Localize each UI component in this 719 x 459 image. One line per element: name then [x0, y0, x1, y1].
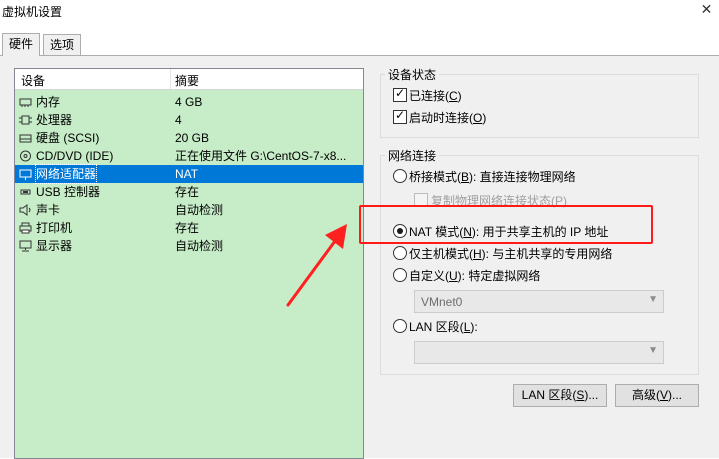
- vmnet-value: VMnet0: [421, 295, 463, 309]
- device-summary: 4 GB: [175, 95, 203, 109]
- advanced-button[interactable]: 高级(V)...: [615, 384, 699, 407]
- device-summary: 存在: [175, 221, 200, 235]
- device-summary: 4: [175, 113, 182, 127]
- memory-icon: [19, 98, 32, 107]
- lan-segments-button[interactable]: LAN 区段(S)...: [513, 384, 607, 407]
- device-row-sound-card[interactable]: 声卡 自动检测: [15, 201, 363, 219]
- device-summary: 正在使用文件 G:\CentOS-7-x8...: [175, 149, 347, 163]
- bridged-label[interactable]: 桥接模式(B): 直接连接物理网络: [409, 168, 576, 185]
- device-row-network-adapter[interactable]: 网络适配器 NAT: [15, 164, 363, 184]
- custom-radio[interactable]: [393, 268, 407, 282]
- device-name: CD/DVD (IDE): [36, 149, 114, 163]
- host-only-radio[interactable]: [393, 246, 407, 260]
- close-icon[interactable]: ✕: [694, 0, 719, 20]
- annotation-highlight-box: [359, 205, 653, 244]
- device-summary: 自动检测: [175, 239, 224, 253]
- device-row-usb[interactable]: USB 控制器 存在: [15, 183, 363, 201]
- device-status-title: 设备状态: [385, 66, 440, 83]
- bridged-radio[interactable]: [393, 169, 407, 183]
- network-adapter-icon: [19, 169, 32, 180]
- column-device[interactable]: 设备: [21, 72, 45, 89]
- connected-label[interactable]: 已连接(C): [409, 87, 462, 104]
- tab-options[interactable]: 选项: [43, 34, 82, 55]
- title-bar: 虚拟机设置 ✕: [0, 0, 719, 22]
- device-row-printer[interactable]: 打印机 存在: [15, 219, 363, 237]
- connect-at-power-on-label[interactable]: 启动时连接(O): [409, 109, 486, 126]
- sound-card-icon: [19, 204, 31, 216]
- device-row-cd-dvd[interactable]: CD/DVD (IDE) 正在使用文件 G:\CentOS-7-x8...: [15, 147, 363, 165]
- hard-disk-icon: [19, 134, 32, 143]
- cd-dvd-icon: [20, 150, 31, 162]
- device-name: USB 控制器: [36, 185, 101, 199]
- network-connection-title: 网络连接: [385, 147, 440, 164]
- printer-icon: [19, 222, 32, 234]
- device-name: 打印机: [36, 221, 73, 235]
- processor-icon: [19, 115, 32, 125]
- display-icon: [19, 240, 32, 252]
- tab-hardware[interactable]: 硬件: [2, 33, 41, 56]
- lan-segment-label[interactable]: LAN 区段(L):: [409, 318, 478, 335]
- device-summary: 20 GB: [175, 131, 210, 145]
- device-name: 处理器: [36, 113, 73, 127]
- tab-strip: 硬件 选项: [0, 33, 719, 56]
- device-name: 声卡: [36, 203, 61, 217]
- host-only-label[interactable]: 仅主机模式(H): 与主机共享的专用网络: [409, 245, 612, 262]
- device-row-memory[interactable]: 内存 4 GB: [15, 93, 363, 111]
- window-title: 虚拟机设置: [2, 5, 63, 19]
- device-name: 网络适配器: [34, 164, 98, 184]
- connected-checkbox[interactable]: ✓: [393, 86, 407, 102]
- device-status-group: [380, 74, 699, 138]
- connect-at-power-on-checkbox[interactable]: ✓: [393, 108, 407, 124]
- device-name: 硬盘 (SCSI): [36, 131, 100, 145]
- chevron-down-icon: ▼: [648, 294, 658, 305]
- usb-icon: [20, 189, 31, 195]
- device-row-processor[interactable]: 处理器 4: [15, 111, 363, 129]
- column-summary[interactable]: 摘要: [175, 72, 199, 89]
- custom-label[interactable]: 自定义(U): 特定虚拟网络: [409, 267, 540, 284]
- device-row-hard-disk[interactable]: 硬盘 (SCSI) 20 GB: [15, 129, 363, 147]
- vmnet-select[interactable]: VMnet0 ▼: [414, 290, 664, 313]
- lan-segment-select[interactable]: ▼: [414, 341, 664, 364]
- device-name: 内存: [36, 95, 61, 109]
- device-summary: 自动检测: [175, 203, 224, 217]
- device-list[interactable]: 设备 摘要 内存 4 GB 处理器 4 硬盘 (SCSI) 20 GB CD/D…: [14, 68, 364, 459]
- device-row-display[interactable]: 显示器 自动检测: [15, 237, 363, 255]
- device-name: 显示器: [36, 239, 73, 253]
- device-list-header: 设备 摘要: [15, 69, 363, 90]
- lan-segment-radio[interactable]: [393, 319, 407, 333]
- device-summary: 存在: [175, 185, 200, 199]
- device-summary: NAT: [175, 167, 199, 181]
- chevron-down-icon: ▼: [648, 345, 658, 356]
